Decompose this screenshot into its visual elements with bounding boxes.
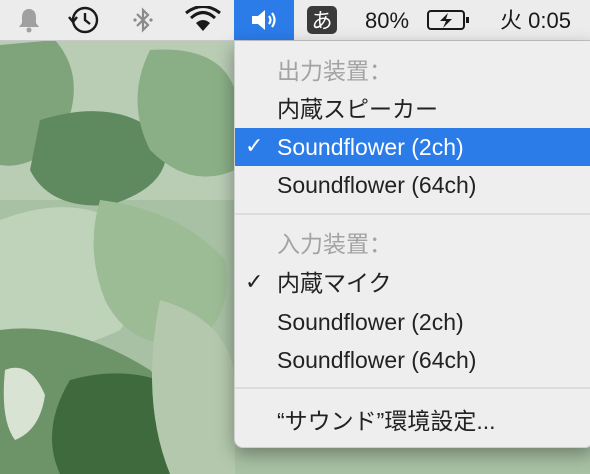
menu-separator xyxy=(235,213,590,215)
checkmark-icon: ✓ xyxy=(245,270,264,295)
menu-item-label: “サウンド”環境設定... xyxy=(277,408,496,434)
sound-preferences-item[interactable]: “サウンド”環境設定... xyxy=(235,402,590,440)
menu-bar: あ 80% 火 0:05 xyxy=(0,0,590,41)
sound-dropdown-menu: 出力装置： 内蔵スピーカー ✓ Soundflower (2ch) Soundf… xyxy=(234,41,590,448)
battery-percentage[interactable]: 80% xyxy=(365,0,409,40)
volume-menu-button[interactable] xyxy=(234,0,294,40)
menu-item-label: Soundflower (64ch) xyxy=(277,347,477,373)
wifi-icon[interactable] xyxy=(182,0,224,40)
input-method-indicator[interactable]: あ xyxy=(307,6,337,34)
menu-item-label: 内蔵マイク xyxy=(277,270,392,296)
battery-charging-icon[interactable] xyxy=(424,0,474,40)
input-device-soundflower-64ch[interactable]: Soundflower (64ch) xyxy=(235,341,590,379)
bluetooth-icon[interactable] xyxy=(128,0,158,40)
input-device-internal-microphone[interactable]: ✓ 内蔵マイク xyxy=(235,264,590,302)
output-device-soundflower-2ch[interactable]: ✓ Soundflower (2ch) xyxy=(235,128,590,166)
input-devices-header: 入力装置： xyxy=(277,231,392,257)
checkmark-icon: ✓ xyxy=(245,134,264,159)
menu-item-label: Soundflower (2ch) xyxy=(277,309,464,335)
output-devices-header: 出力装置： xyxy=(277,58,392,84)
menu-separator xyxy=(235,387,590,389)
output-device-soundflower-64ch[interactable]: Soundflower (64ch) xyxy=(235,166,590,204)
output-device-internal-speakers[interactable]: 内蔵スピーカー xyxy=(235,90,590,128)
volume-icon xyxy=(252,10,276,30)
menu-item-label: Soundflower (2ch) xyxy=(277,134,464,160)
clock[interactable]: 火 0:05 xyxy=(500,0,571,40)
input-device-soundflower-2ch[interactable]: Soundflower (2ch) xyxy=(235,303,590,341)
notification-bell-icon[interactable] xyxy=(12,0,46,40)
time-machine-icon[interactable] xyxy=(64,0,104,40)
menu-item-label: 内蔵スピーカー xyxy=(277,96,438,122)
menu-item-label: Soundflower (64ch) xyxy=(277,172,477,198)
